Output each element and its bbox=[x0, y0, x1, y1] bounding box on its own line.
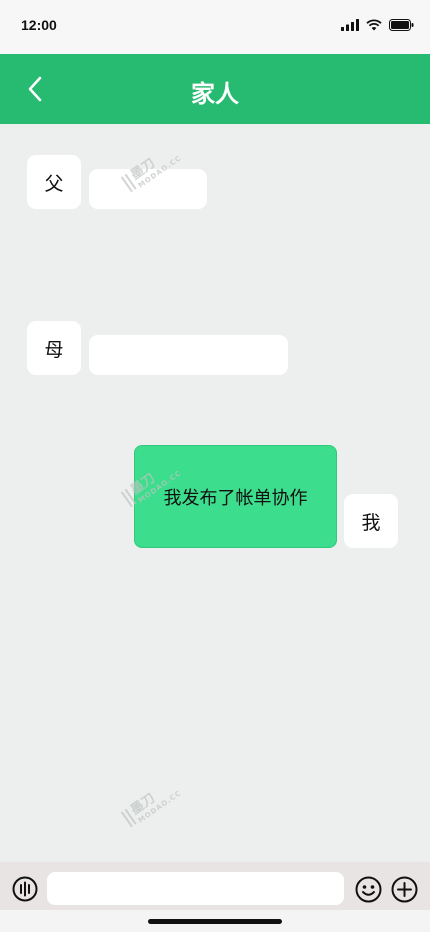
avatar-mother[interactable]: 母 bbox=[27, 321, 81, 375]
avatar-label: 我 bbox=[361, 511, 381, 534]
app-header: 家人 bbox=[0, 54, 430, 124]
message-bubble-me[interactable]: 我发布了帐单协作 bbox=[134, 445, 337, 548]
home-indicator[interactable] bbox=[148, 919, 282, 924]
status-bar: 12:00 bbox=[0, 0, 430, 54]
home-area bbox=[0, 910, 430, 932]
avatar-label: 母 bbox=[44, 338, 64, 361]
message-text: 我发布了帐单协作 bbox=[163, 487, 308, 509]
message-bubble-mother[interactable] bbox=[89, 335, 288, 375]
input-bar bbox=[0, 862, 430, 910]
avatar-label: 父 bbox=[44, 172, 64, 195]
voice-icon[interactable] bbox=[12, 876, 38, 902]
chat-area[interactable]: 父 母 我发布了帐单协作 我 || 墨刀 MODAO.CC || 墨刀 MODAO.… bbox=[0, 124, 430, 862]
wifi-icon bbox=[366, 19, 382, 31]
avatar-me[interactable]: 我 bbox=[344, 494, 398, 548]
watermark-brand: 墨刀 bbox=[128, 790, 159, 819]
message-bubble-father[interactable] bbox=[89, 169, 207, 209]
emoji-icon[interactable] bbox=[355, 876, 382, 903]
watermark-sub: MODAO.CC bbox=[136, 788, 184, 825]
plus-icon[interactable] bbox=[391, 876, 418, 903]
status-time: 12:00 bbox=[21, 17, 57, 33]
status-icons bbox=[341, 17, 414, 33]
watermark: || 墨刀 MODAO.CC bbox=[116, 773, 183, 831]
message-input[interactable] bbox=[47, 872, 344, 905]
page-title: 家人 bbox=[191, 80, 239, 108]
watermark-logo-icon: || bbox=[117, 806, 138, 830]
avatar-father[interactable]: 父 bbox=[27, 155, 81, 209]
battery-icon bbox=[389, 19, 414, 31]
signal-icon bbox=[341, 19, 359, 31]
